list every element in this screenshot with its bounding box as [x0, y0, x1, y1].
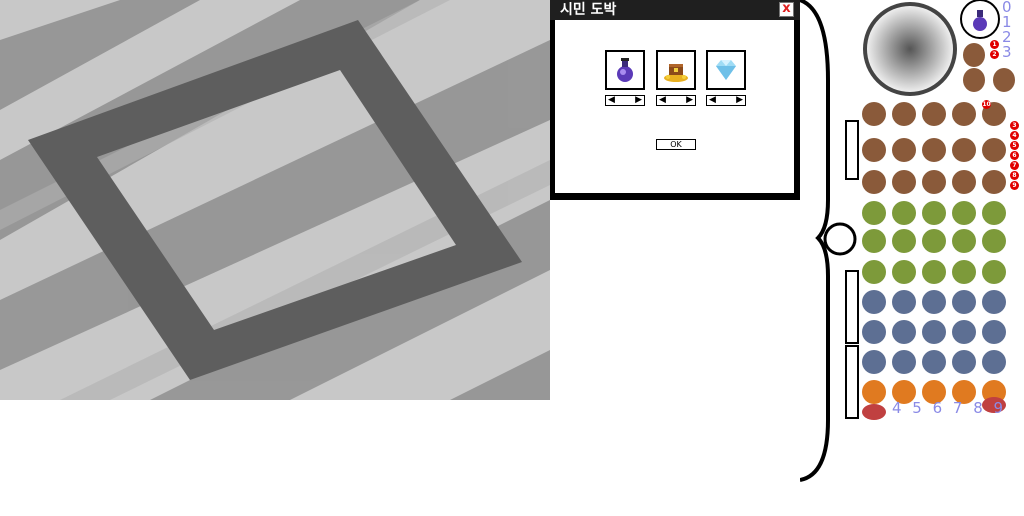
sprite-sheet: [799, 0, 1015, 482]
badge: 9: [1010, 181, 1019, 190]
monster-sprite: [862, 260, 886, 284]
digit-label: 3: [1002, 43, 1012, 61]
monster-sprite: [922, 290, 946, 314]
monster-sprite: [982, 138, 1006, 162]
monster-sprite: [952, 170, 976, 194]
monster-sprite: [892, 260, 916, 284]
monster-sprite: [892, 170, 916, 194]
monster-sprite: [952, 320, 976, 344]
bottom-digit-row: 4 5 6 7 8 9: [892, 399, 1007, 417]
monster-sprite: [892, 102, 916, 126]
badge: 4: [1010, 131, 1019, 140]
soldier-sprite: [862, 404, 886, 420]
dialog-title: 시민 도박: [560, 2, 617, 18]
arrow-left-icon[interactable]: ◀: [608, 96, 615, 105]
arrow-right-icon[interactable]: ▶: [635, 96, 642, 105]
diamond-icon: [716, 60, 736, 80]
gamble-dialog: 시민 도박 x ◀ ▶ ◀ ▶ ◀ ▶ OK: [550, 0, 800, 200]
monster-sprite: [862, 201, 886, 225]
monster-sprite: [993, 68, 1015, 92]
badge: 7: [1010, 161, 1019, 170]
monster-sprite: [952, 290, 976, 314]
potion-icon: [617, 58, 633, 82]
arrow-right-icon[interactable]: ▶: [686, 96, 693, 105]
monster-sprite: [952, 260, 976, 284]
monster-sprite: [862, 102, 886, 126]
monster-sprite: [982, 260, 1006, 284]
game-map[interactable]: [0, 0, 550, 400]
arrow-left-icon[interactable]: ◀: [659, 96, 666, 105]
monster-sprite: [892, 229, 916, 253]
monster-sprite: [862, 320, 886, 344]
monster-sprite: [922, 138, 946, 162]
terrain-with-diamond-frame: [0, 0, 550, 400]
monster-sprite: [982, 350, 1006, 374]
item-slot-diamond[interactable]: [706, 50, 746, 90]
monster-sprite: [963, 43, 985, 67]
monster-sprite: [922, 350, 946, 374]
monster-sprite: [952, 201, 976, 225]
monster-sprite: [963, 68, 985, 92]
sprite-index-digits: 0 1 2 3: [1002, 0, 1022, 60]
badge: 8: [1010, 171, 1019, 180]
slot-arrows-potion: ◀ ▶: [605, 95, 645, 106]
monster-sprite: [892, 201, 916, 225]
monster-sprite: [952, 102, 976, 126]
badge: 3: [1010, 121, 1019, 130]
slot-arrows-diamond: ◀ ▶: [706, 95, 746, 106]
badge: 10: [982, 100, 991, 109]
monster-sprite: [982, 201, 1006, 225]
monster-sprite: [982, 290, 1006, 314]
monster-sprite: [892, 350, 916, 374]
monster-sprite: [982, 229, 1006, 253]
arrow-right-icon[interactable]: ▶: [736, 96, 743, 105]
monster-sprite: [862, 229, 886, 253]
ok-button[interactable]: OK: [656, 139, 696, 150]
monster-sprite: [982, 170, 1006, 194]
monster-sprite: [862, 290, 886, 314]
monster-sprite: [922, 170, 946, 194]
monster-sprite: [952, 350, 976, 374]
monster-sprite: [922, 260, 946, 284]
treasure-chest-icon: [664, 64, 688, 82]
monster-sprite: [952, 138, 976, 162]
monster-sprite: [922, 320, 946, 344]
dialog-titlebar[interactable]: 시민 도박 x: [550, 0, 800, 20]
item-slot-potion[interactable]: [605, 50, 645, 90]
badge: 1: [990, 40, 999, 49]
close-button[interactable]: x: [779, 2, 794, 17]
monster-sprite: [862, 350, 886, 374]
monster-sprite: [862, 170, 886, 194]
explosion-sprite: [862, 380, 886, 404]
badge: 5: [1010, 141, 1019, 150]
sprite-panel: [799, 0, 1024, 512]
slot-arrows-treasure: ◀ ▶: [656, 95, 696, 106]
item-slot-treasure[interactable]: [656, 50, 696, 90]
monster-sprite: [922, 201, 946, 225]
monster-sprite: [892, 138, 916, 162]
monster-sprite: [922, 229, 946, 253]
monster-sprite: [892, 290, 916, 314]
monster-sprite: [982, 320, 1006, 344]
monster-sprite: [952, 229, 976, 253]
badge: 6: [1010, 151, 1019, 160]
dialog-panel: ◀ ▶ ◀ ▶ ◀ ▶ OK: [555, 20, 794, 193]
monster-sprite: [862, 138, 886, 162]
monster-sprite: [922, 102, 946, 126]
arrow-left-icon[interactable]: ◀: [709, 96, 716, 105]
badge: 2: [990, 50, 999, 59]
close-icon: x: [782, 1, 791, 16]
monster-sprite: [892, 320, 916, 344]
